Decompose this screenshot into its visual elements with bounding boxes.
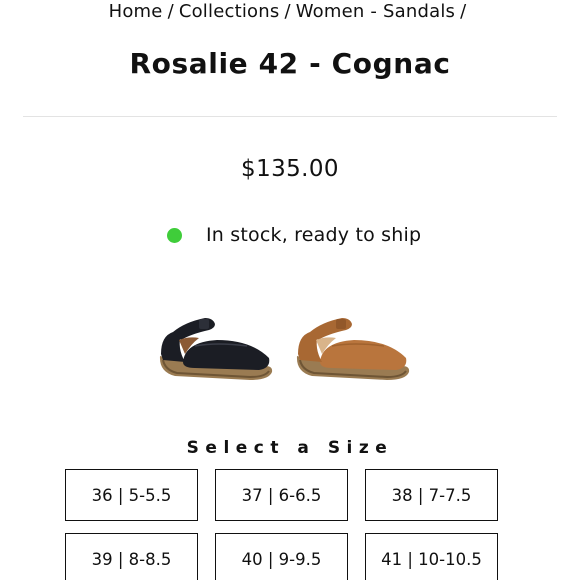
- product-title: Rosalie 42 - Cognac: [129, 47, 451, 80]
- cognac-sandal-icon: [296, 318, 410, 380]
- product-page: Home / Collections / Women - Sandals / Rosali…: [0, 0, 580, 580]
- swatch-black-sandal[interactable]: [155, 300, 277, 390]
- size-option-36[interactable]: 36 | 5-5.5: [65, 469, 198, 521]
- divider: [23, 116, 557, 117]
- product-price: $135.00: [241, 156, 339, 182]
- breadcrumb: Home / Collections / Women - Sandals /: [0, 0, 580, 24]
- size-option-37[interactable]: 37 | 6-6.5: [215, 469, 348, 521]
- breadcrumb-separator: /: [284, 1, 291, 22]
- in-stock-dot-icon: [167, 227, 182, 243]
- breadcrumb-women-sandals[interactable]: Women - Sandals: [296, 1, 455, 22]
- breadcrumb-collections[interactable]: Collections: [179, 1, 280, 22]
- stock-status-text: In stock, ready to ship: [206, 224, 422, 246]
- swatch-cognac-sandal[interactable]: [292, 300, 414, 390]
- black-sandal-icon: [159, 318, 273, 380]
- stock-status: In stock, ready to ship: [167, 221, 421, 249]
- breadcrumb-separator: /: [460, 1, 467, 22]
- size-selector-heading: Select a Size: [186, 438, 394, 458]
- size-option-39[interactable]: 39 | 8-8.5: [65, 533, 198, 580]
- size-option-40[interactable]: 40 | 9-9.5: [215, 533, 348, 580]
- breadcrumb-separator: /: [167, 1, 174, 22]
- size-option-38[interactable]: 38 | 7-7.5: [365, 469, 498, 521]
- color-swatches: [0, 300, 580, 400]
- breadcrumb-home[interactable]: Home: [109, 1, 163, 22]
- size-option-41[interactable]: 41 | 10-10.5: [365, 533, 498, 580]
